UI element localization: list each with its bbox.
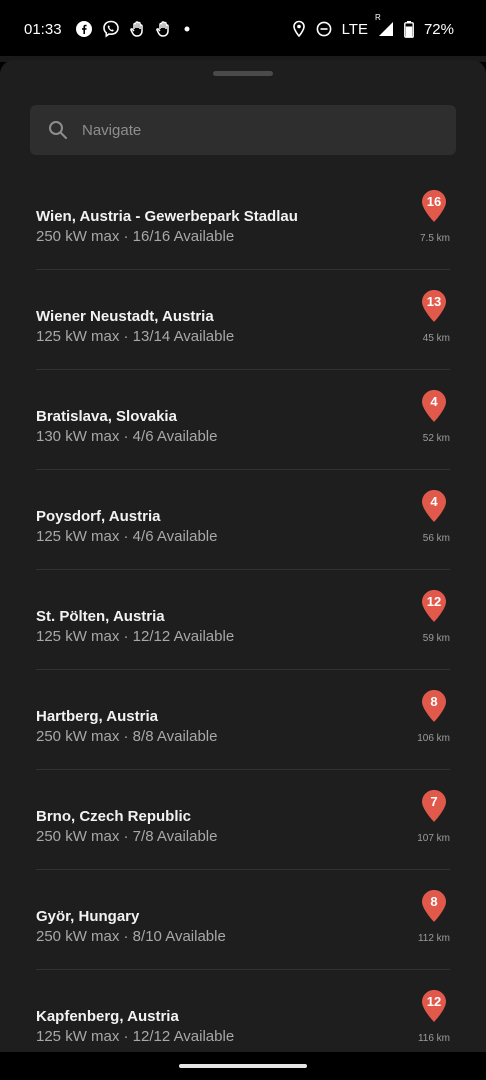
map-pin-icon: 8 [422, 690, 446, 722]
navigation-sheet: Navigate Wien, Austria - Gewerbepark Sta… [0, 60, 486, 1052]
home-gesture-bar[interactable] [179, 1064, 307, 1068]
search-bar[interactable]: Navigate [30, 105, 456, 155]
charger-distance: 107 km [417, 833, 450, 844]
map-pin-icon: 16 [422, 190, 446, 222]
sheet-drag-handle[interactable] [213, 71, 273, 76]
charger-list-item[interactable]: Poysdorf, Austria 125 kW max · 4/6 Avail… [36, 470, 450, 570]
location-icon [292, 20, 306, 38]
do-not-disturb-icon [316, 21, 332, 37]
charger-list-item[interactable]: Hartberg, Austria 250 kW max · 8/8 Avail… [36, 670, 450, 770]
map-pin-icon: 7 [422, 790, 446, 822]
charger-details: 125 kW max · 12/12 Available [36, 628, 235, 645]
battery-level: 72% [423, 20, 454, 38]
signal-icon: R [375, 13, 394, 37]
hand-wave-icon [129, 20, 146, 38]
map-pin-icon: 12 [422, 590, 446, 622]
charger-details: 125 kW max · 13/14 Available [36, 328, 235, 345]
charger-details: 130 kW max · 4/6 Available [36, 428, 218, 445]
charger-distance: 7.5 km [419, 233, 450, 244]
status-right: LTE R 72% [292, 13, 454, 38]
charger-distance: 45 km [422, 333, 450, 344]
available-count: 8 [430, 694, 438, 709]
map-pin-icon: 13 [422, 290, 446, 322]
roaming-indicator: R [374, 13, 381, 22]
status-bar: 01:33 LTE R 72% [0, 0, 486, 58]
available-count: 16 [426, 194, 442, 209]
charger-name: St. Pölten, Austria [36, 608, 165, 625]
charger-details: 125 kW max · 12/12 Available [36, 1028, 235, 1045]
search-placeholder[interactable]: Navigate [82, 122, 141, 139]
charger-list-item[interactable]: Györ, Hungary 250 kW max · 8/10 Availabl… [36, 870, 450, 970]
charger-list-item[interactable]: Kapfenberg, Austria 125 kW max · 12/12 A… [36, 970, 450, 1052]
map-pin-icon: 4 [422, 390, 446, 422]
available-count: 4 [430, 394, 438, 409]
charger-list-item[interactable]: St. Pölten, Austria 125 kW max · 12/12 A… [36, 570, 450, 670]
available-count: 8 [430, 894, 438, 909]
available-count: 7 [430, 794, 438, 809]
charger-distance: 106 km [417, 733, 450, 744]
system-nav-bar [0, 1052, 486, 1080]
charger-list-item[interactable]: Wien, Austria - Gewerbepark Stadlau 250 … [36, 170, 450, 270]
charger-name: Wien, Austria - Gewerbepark Stadlau [36, 208, 298, 225]
status-time: 01:33 [24, 20, 62, 38]
hand-wave-icon [155, 20, 172, 38]
charger-details: 250 kW max · 16/16 Available [36, 228, 235, 245]
available-count: 13 [426, 294, 442, 309]
charger-name: Kapfenberg, Austria [36, 1008, 179, 1025]
charger-distance: 56 km [422, 533, 450, 544]
facebook-icon [75, 21, 92, 37]
charger-details: 250 kW max · 7/8 Available [36, 828, 218, 845]
available-count: 4 [430, 494, 438, 509]
dot-icon [182, 24, 192, 34]
charger-name: Györ, Hungary [36, 908, 140, 925]
charger-name: Poysdorf, Austria [36, 508, 161, 525]
charger-distance: 112 km [417, 933, 450, 944]
map-pin-icon: 4 [422, 490, 446, 522]
charger-distance: 116 km [417, 1033, 450, 1044]
charger-details: 250 kW max · 8/10 Available [36, 928, 226, 945]
viber-icon [102, 20, 120, 38]
charger-list-item[interactable]: Bratislava, Slovakia 130 kW max · 4/6 Av… [36, 370, 450, 470]
map-pin-icon: 12 [422, 990, 446, 1022]
charger-name: Bratislava, Slovakia [36, 408, 177, 425]
charger-list-item[interactable]: Wiener Neustadt, Austria 125 kW max · 13… [36, 270, 450, 370]
charger-distance: 59 km [422, 633, 450, 644]
status-left: 01:33 [24, 20, 192, 38]
network-type: LTE [341, 20, 368, 38]
search-icon [48, 120, 68, 140]
available-count: 12 [426, 994, 442, 1009]
charger-distance: 52 km [422, 433, 450, 444]
charger-list-item[interactable]: Brno, Czech Republic 250 kW max · 7/8 Av… [36, 770, 450, 870]
charger-details: 125 kW max · 4/6 Available [36, 528, 218, 545]
available-count: 12 [426, 594, 442, 609]
map-pin-icon: 8 [422, 890, 446, 922]
charger-details: 250 kW max · 8/8 Available [36, 728, 218, 745]
battery-icon [404, 20, 414, 38]
charger-list: Wien, Austria - Gewerbepark Stadlau 250 … [0, 170, 486, 1052]
charger-name: Wiener Neustadt, Austria [36, 308, 214, 325]
charger-name: Brno, Czech Republic [36, 808, 192, 825]
charger-name: Hartberg, Austria [36, 708, 158, 725]
